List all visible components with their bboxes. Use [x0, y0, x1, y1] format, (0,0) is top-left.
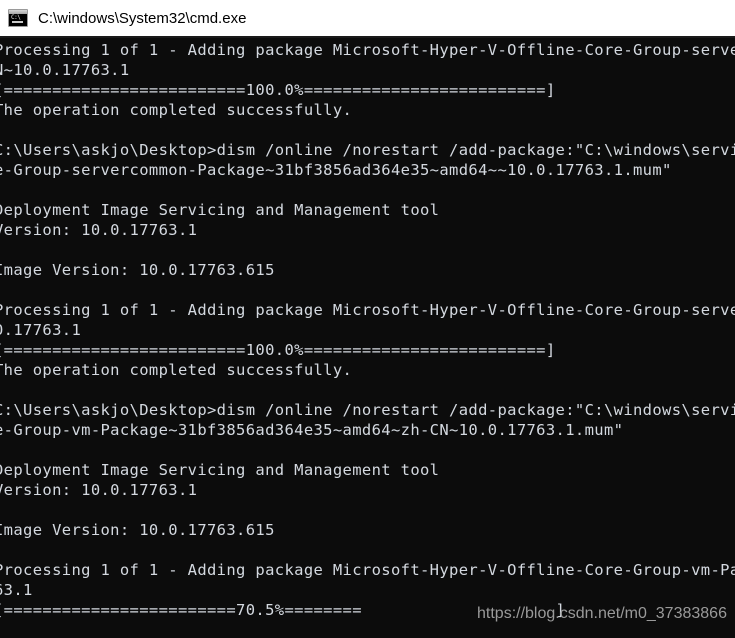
console-line: e-Group-vm-Package~31bf3856ad364e35~amd6… — [0, 421, 624, 439]
cmd-icon-prompt-text: C:\ — [11, 14, 21, 21]
console-line: Deployment Image Servicing and Managemen… — [0, 461, 440, 479]
console-line: 63.1 — [0, 581, 33, 599]
cmd-console-icon: C:\ — [8, 9, 28, 27]
console-line: [=========================100.0%========… — [0, 341, 556, 359]
console-line: [========================70.5%======== ] — [0, 601, 566, 619]
console-line: Processing 1 of 1 - Adding package Micro… — [0, 41, 735, 59]
console-line: The operation completed successfully. — [0, 361, 353, 379]
window-titlebar[interactable]: C:\ C:\windows\System32\cmd.exe — [0, 0, 735, 38]
console-line: Image Version: 10.0.17763.615 — [0, 521, 275, 539]
console-output-area[interactable]: Processing 1 of 1 - Adding package Micro… — [0, 40, 735, 638]
console-line: 0.17763.1 — [0, 321, 82, 339]
console-line: C:\Users\askjo\Desktop>dism /online /nor… — [0, 401, 735, 419]
console-line: C:\Users\askjo\Desktop>dism /online /nor… — [0, 141, 735, 159]
console-line: N~10.0.17763.1 — [0, 61, 130, 79]
window-title: C:\windows\System32\cmd.exe — [38, 9, 247, 27]
console-line: Processing 1 of 1 - Adding package Micro… — [0, 561, 735, 579]
console-line: [=========================100.0%========… — [0, 81, 556, 99]
console-line: Version: 10.0.17763.1 — [0, 221, 198, 239]
cmd-icon-underline — [12, 21, 23, 23]
console-line: Image Version: 10.0.17763.615 — [0, 261, 275, 279]
console-line: Deployment Image Servicing and Managemen… — [0, 201, 440, 219]
console-line: e-Group-servercommon-Package~31bf3856ad3… — [0, 161, 672, 179]
console-line: Processing 1 of 1 - Adding package Micro… — [0, 301, 735, 319]
console-line: Version: 10.0.17763.1 — [0, 481, 198, 499]
console-line: The operation completed successfully. — [0, 101, 353, 119]
cmd-window: C:\ C:\windows\System32\cmd.exe Processi… — [0, 0, 735, 638]
